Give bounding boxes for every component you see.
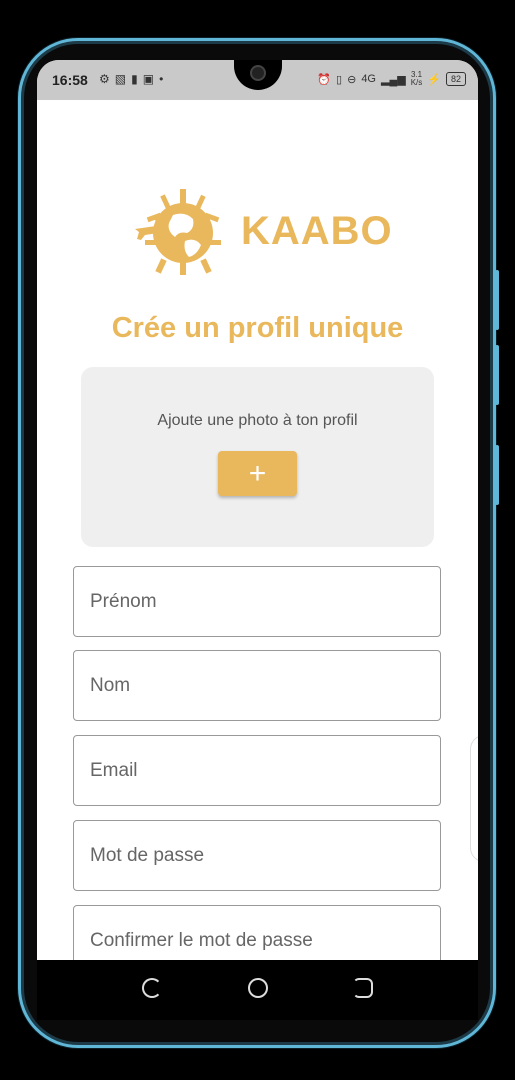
last-name-field: [73, 650, 441, 721]
first-name-field: [73, 566, 441, 637]
email-input[interactable]: [74, 736, 440, 805]
sim-icon: ▮: [131, 72, 143, 86]
last-name-input[interactable]: [74, 651, 440, 720]
dot-icon: •: [159, 72, 169, 86]
gear-icon: ⚙: [99, 72, 115, 86]
dnd-icon: ⊖: [347, 73, 357, 86]
status-right-icons: ⏰ ▯ ⊖ 4G ▂▄▆ 3.1 K/s ⚡ 82: [317, 71, 466, 87]
charging-icon: ⚡: [427, 73, 441, 86]
first-name-input[interactable]: [74, 567, 440, 636]
brand-logo: KAABO: [133, 185, 393, 277]
page-title: Crée un profil unique: [111, 312, 404, 344]
app-screen: 16:58 ⚙▧▮▣• ⏰ ▯ ⊖ 4G ▂▄▆ 3.1 K/s ⚡ 82 KA…: [37, 60, 478, 960]
password-field: [73, 820, 441, 891]
signal-icon: ▂▄▆: [381, 73, 406, 86]
back-icon[interactable]: [142, 978, 162, 998]
alarm-icon: ⏰: [317, 73, 332, 86]
confirm-password-field: [73, 905, 441, 960]
status-time: 16:58: [52, 72, 88, 88]
volume-down-button: [495, 345, 499, 405]
brand-name: KAABO: [241, 208, 393, 253]
network-type: 4G: [361, 73, 376, 85]
edge-panel-handle[interactable]: [470, 735, 478, 862]
net-speed: 3.1 K/s: [410, 70, 423, 87]
globe-airplane-logo-icon: [135, 189, 221, 275]
recent-apps-icon[interactable]: [353, 978, 373, 998]
vibrate-icon: ▯: [336, 73, 343, 86]
photo-label: Ajoute une photo à ton profil: [157, 412, 358, 429]
profile-photo-card: Ajoute une photo à ton profil +: [81, 367, 434, 547]
front-camera: [250, 65, 266, 81]
home-icon[interactable]: [248, 978, 268, 998]
email-field: [73, 735, 441, 806]
system-nav-bar: [37, 960, 478, 1020]
image-icon: ▧: [114, 72, 132, 86]
password-input[interactable]: [74, 821, 440, 890]
add-photo-button[interactable]: +: [218, 451, 297, 496]
p-icon: ▣: [142, 72, 160, 86]
status-bar: 16:58 ⚙▧▮▣• ⏰ ▯ ⊖ 4G ▂▄▆ 3.1 K/s ⚡ 82: [37, 60, 478, 100]
camera-notch: [234, 60, 282, 90]
status-left-icons: ⚙▧▮▣•: [99, 72, 168, 86]
power-button: [495, 445, 499, 505]
confirm-password-input[interactable]: [74, 906, 440, 960]
battery-indicator: 82: [445, 72, 466, 86]
volume-up-button: [495, 270, 499, 330]
